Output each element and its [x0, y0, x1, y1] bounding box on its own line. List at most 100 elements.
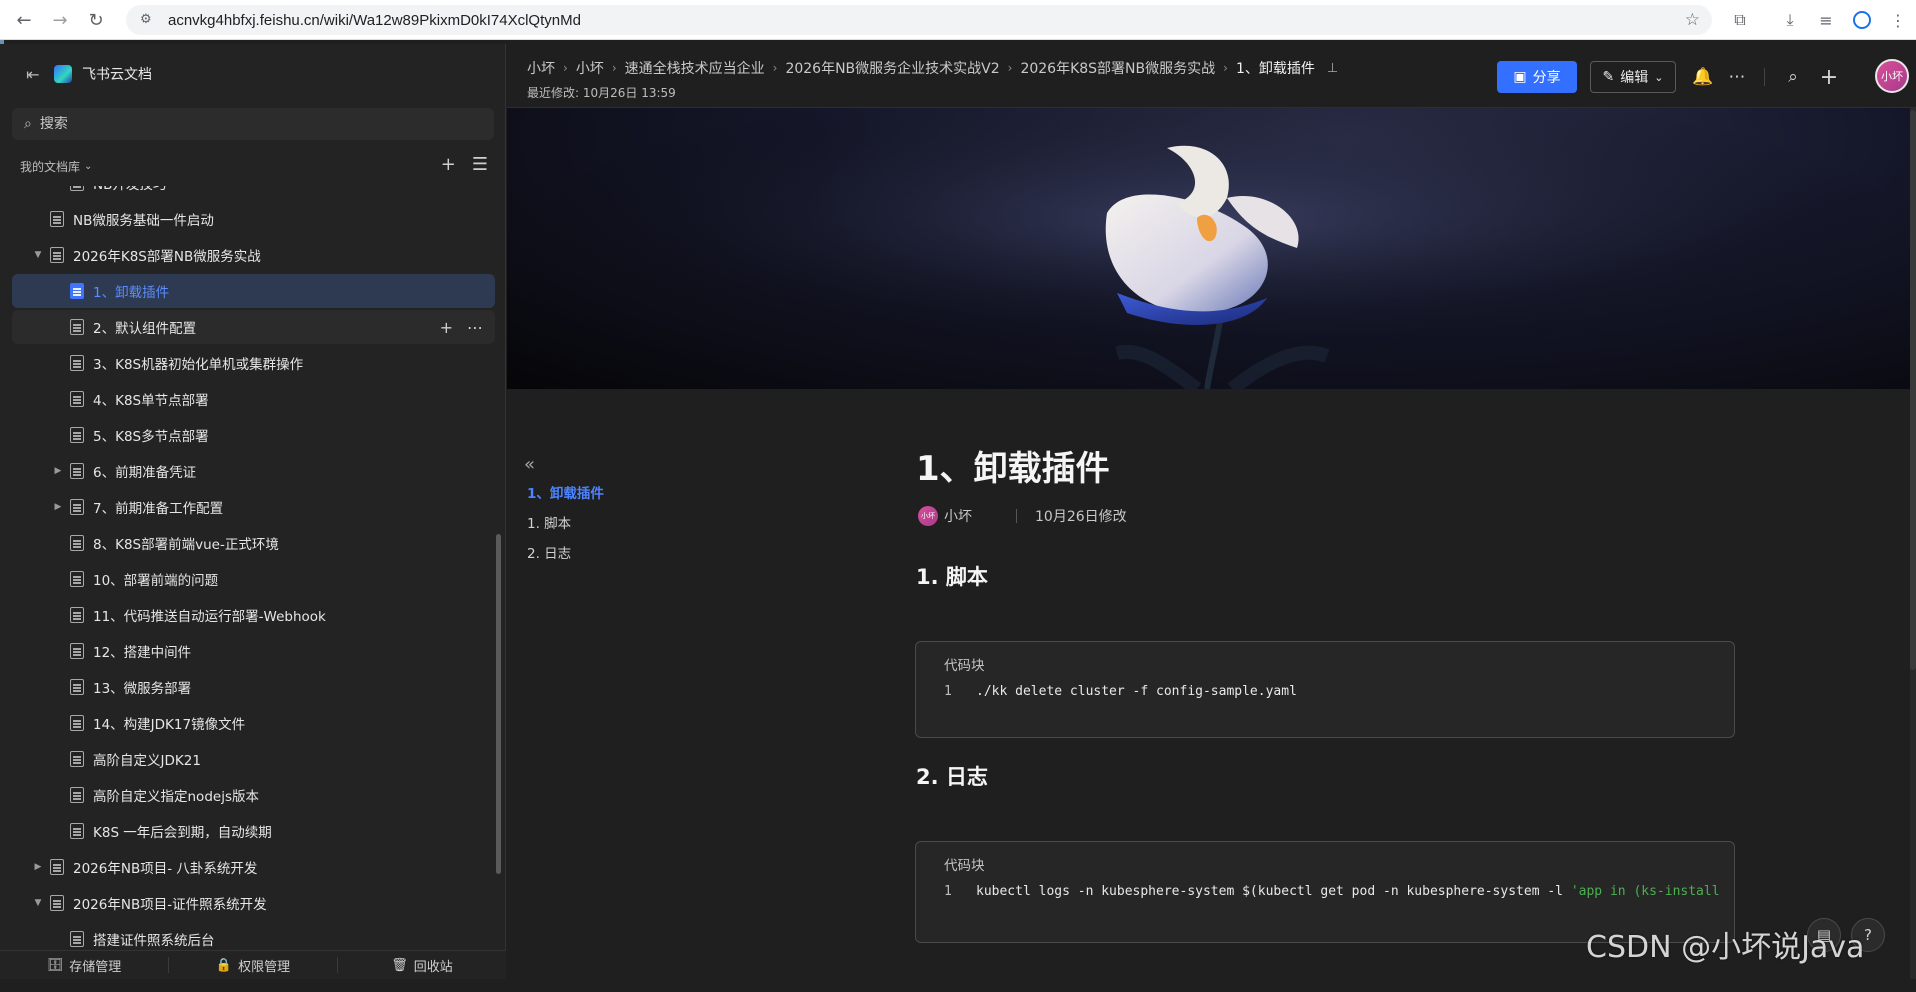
create-icon[interactable]: + — [1813, 61, 1845, 93]
download-icon[interactable]: ⤓ — [1772, 0, 1808, 40]
add-icon[interactable]: + — [441, 154, 456, 175]
sidebar-tree-item[interactable]: NB开发技巧 — [12, 186, 495, 200]
address-bar[interactable]: ⚙ acnvkg4hbfxj.feishu.cn/wiki/Wa12w89Pki… — [126, 5, 1712, 35]
url-text[interactable]: acnvkg4hbfxj.feishu.cn/wiki/Wa12w89Pkixm… — [168, 12, 581, 29]
notification-bell-icon[interactable]: 🔔 — [1687, 61, 1719, 93]
chevron-down-icon[interactable]: ⌄ — [84, 161, 92, 172]
toc-item[interactable]: 2. 日志 — [527, 544, 604, 574]
table-of-contents: 1、卸载插件 1. 脚本 2. 日志 — [527, 484, 604, 574]
code-line[interactable]: 1 ./kk delete cluster -f config-sample.y… — [944, 684, 1297, 699]
sidebar-tree-item[interactable]: K8S 一年后会到期，自动续期 — [12, 814, 495, 848]
main-scrollbar[interactable] — [1910, 108, 1916, 979]
sidebar-tree-item[interactable]: 2、默认组件配置 + ⋯ — [12, 310, 495, 344]
search-icon[interactable]: ⌕ — [1777, 61, 1809, 93]
extensions-icon[interactable]: ⧉ — [1722, 0, 1758, 40]
toc-item[interactable]: 1、卸载插件 — [527, 484, 604, 514]
storage-button[interactable]: 🗄 存储管理 — [0, 957, 169, 975]
tree-item-label: 2026年NB项目- 八卦系统开发 — [73, 861, 258, 877]
site-info-icon[interactable]: ⚙ — [140, 12, 156, 28]
sidebar-tree-item[interactable]: 13、微服务部署 — [12, 670, 495, 704]
document-icon — [70, 355, 84, 371]
sidebar-header: ⇤ 飞书云文档 — [0, 44, 506, 104]
sidebar-tree-item[interactable]: 高阶自定义JDK21 — [12, 742, 495, 776]
trash-button[interactable]: 🗑 回收站 — [338, 957, 506, 975]
breadcrumb-item[interactable]: 2026年NB微服务企业技术实战V2 — [785, 58, 999, 78]
expand-down-icon[interactable]: ▼ — [32, 250, 44, 260]
media-control-icon[interactable]: ≡ — [1808, 0, 1844, 40]
share-icon: ▣ — [1513, 69, 1527, 85]
sidebar-tree-item[interactable]: 3、K8S机器初始化单机或集群操作 — [12, 346, 495, 380]
browser-menu-icon[interactable]: ⋮ — [1880, 0, 1916, 40]
tree-item-label: 2026年NB项目-证件照系统开发 — [73, 897, 267, 913]
sidebar-tree-item[interactable]: ▶ 2026年NB项目- 八卦系统开发 — [12, 850, 495, 884]
breadcrumb-item[interactable]: 小坏 — [576, 58, 604, 78]
brand-name[interactable]: 飞书云文档 — [82, 64, 152, 84]
sidebar-tree-item[interactable]: ▶ 6、前期准备凭证 — [12, 454, 495, 488]
profile-icon[interactable] — [1844, 0, 1880, 40]
add-icon[interactable]: + — [440, 318, 453, 337]
code-block-script[interactable]: 代码块 1 ./kk delete cluster -f config-samp… — [915, 641, 1735, 738]
permission-button[interactable]: 🔒 权限管理 — [169, 957, 338, 975]
expand-down-icon[interactable]: ▼ — [32, 898, 44, 908]
section-heading-script[interactable]: 1. 脚本 — [916, 561, 988, 591]
breadcrumb-item[interactable]: 速通全栈技术应当企业 — [625, 58, 765, 78]
sidebar-tree-item[interactable]: 5、K8S多节点部署 — [12, 418, 495, 452]
more-options-icon[interactable]: ⋯ — [1721, 61, 1753, 93]
main-scrollbar-thumb[interactable] — [1910, 110, 1916, 670]
sidebar-tree-item[interactable]: ▼ 2026年K8S部署NB微服务实战 — [12, 238, 495, 272]
bookmark-star-icon[interactable]: ☆ — [1685, 10, 1700, 30]
author-avatar[interactable]: 小坏 — [918, 506, 938, 526]
sidebar-tree-item[interactable]: 11、代码推送自动运行部署-Webhook — [12, 598, 495, 632]
back-icon[interactable]: ← — [6, 2, 42, 38]
sidebar-search[interactable]: ⌕ — [12, 108, 494, 140]
forward-icon[interactable]: → — [42, 2, 78, 38]
breadcrumb-item[interactable]: 小坏 — [527, 58, 555, 78]
sidebar-tree-item[interactable]: ▼ 2026年NB项目-证件照系统开发 — [12, 886, 495, 920]
edit-button[interactable]: ✎ 编辑 ⌄ — [1590, 61, 1676, 93]
library-title[interactable]: 我的文档库 — [20, 158, 80, 175]
storage-label: 存储管理 — [69, 959, 122, 975]
line-number: 1 — [944, 884, 952, 899]
chevron-right-icon: › — [611, 61, 617, 75]
pin-icon[interactable]: ⊥ — [1327, 61, 1338, 76]
sidebar-tree-item[interactable]: 高阶自定义指定nodejs版本 — [12, 778, 495, 812]
user-avatar[interactable]: 小坏 — [1875, 59, 1909, 93]
breadcrumb-item[interactable]: 2026年K8S部署NB微服务实战 — [1020, 58, 1215, 78]
expand-right-icon[interactable]: ▶ — [52, 466, 64, 476]
code-text[interactable]: kubectl logs -n kubesphere-system $(kube… — [976, 884, 1571, 899]
sidebar-tree-item[interactable]: 14、构建JDK17镜像文件 — [12, 706, 495, 740]
share-button[interactable]: ▣ 分享 — [1497, 61, 1577, 93]
expand-right-icon[interactable]: ▶ — [52, 502, 64, 512]
code-line[interactable]: 1 kubectl logs -n kubesphere-system $(ku… — [944, 884, 1720, 899]
doc-topbar: 小坏 › 小坏 › 速通全栈技术应当企业 › 2026年NB微服务企业技术实战V2 › 2026… — [507, 44, 1916, 108]
expand-right-icon[interactable]: ▶ — [32, 862, 44, 872]
edit-label: 编辑 — [1620, 70, 1649, 86]
document-icon — [70, 463, 84, 479]
search-input[interactable] — [39, 116, 460, 132]
author-name[interactable]: 小坏 — [944, 506, 972, 526]
page-title[interactable]: 1、卸载插件 — [916, 441, 1110, 490]
section-heading-log[interactable]: 2. 日志 — [916, 761, 988, 791]
collapse-toc-icon[interactable]: « — [524, 454, 535, 475]
sidebar-tree-item[interactable]: 10、部署前端的问题 — [12, 562, 495, 596]
code-text[interactable]: ./kk delete cluster -f config-sample.yam… — [976, 684, 1297, 699]
sidebar-tree-item[interactable]: 1、卸载插件 — [12, 274, 495, 308]
cover-image[interactable] — [507, 108, 1910, 389]
topbar-divider — [1764, 68, 1765, 86]
sidebar-tree-item[interactable]: 12、搭建中间件 — [12, 634, 495, 668]
breadcrumb-item[interactable]: 1、卸载插件 — [1236, 58, 1315, 78]
code-string[interactable]: 'app in (ks-install — [1571, 884, 1720, 899]
list-view-icon[interactable]: ☰ — [472, 154, 488, 175]
collapse-sidebar-icon[interactable]: ⇤ — [26, 65, 48, 84]
sidebar-tree-item[interactable]: 8、K8S部署前端vue-正式环境 — [12, 526, 495, 560]
browser-toolbar: ← → ↻ ⚙ acnvkg4hbfxj.feishu.cn/wiki/Wa12… — [0, 0, 1916, 40]
sidebar-tree-item[interactable]: ▶ 7、前期准备工作配置 — [12, 490, 495, 524]
more-icon[interactable]: ⋯ — [467, 318, 483, 337]
trash-icon: 🗑 — [391, 957, 408, 973]
sidebar-tree-item[interactable]: NB微服务基础一件启动 — [12, 202, 495, 236]
reload-icon[interactable]: ↻ — [78, 2, 114, 38]
sidebar-scrollbar[interactable] — [496, 534, 501, 874]
toc-item[interactable]: 1. 脚本 — [527, 514, 604, 544]
tree-item-label: 搭建证件照系统后台 — [93, 933, 215, 949]
sidebar-tree-item[interactable]: 4、K8S单节点部署 — [12, 382, 495, 416]
